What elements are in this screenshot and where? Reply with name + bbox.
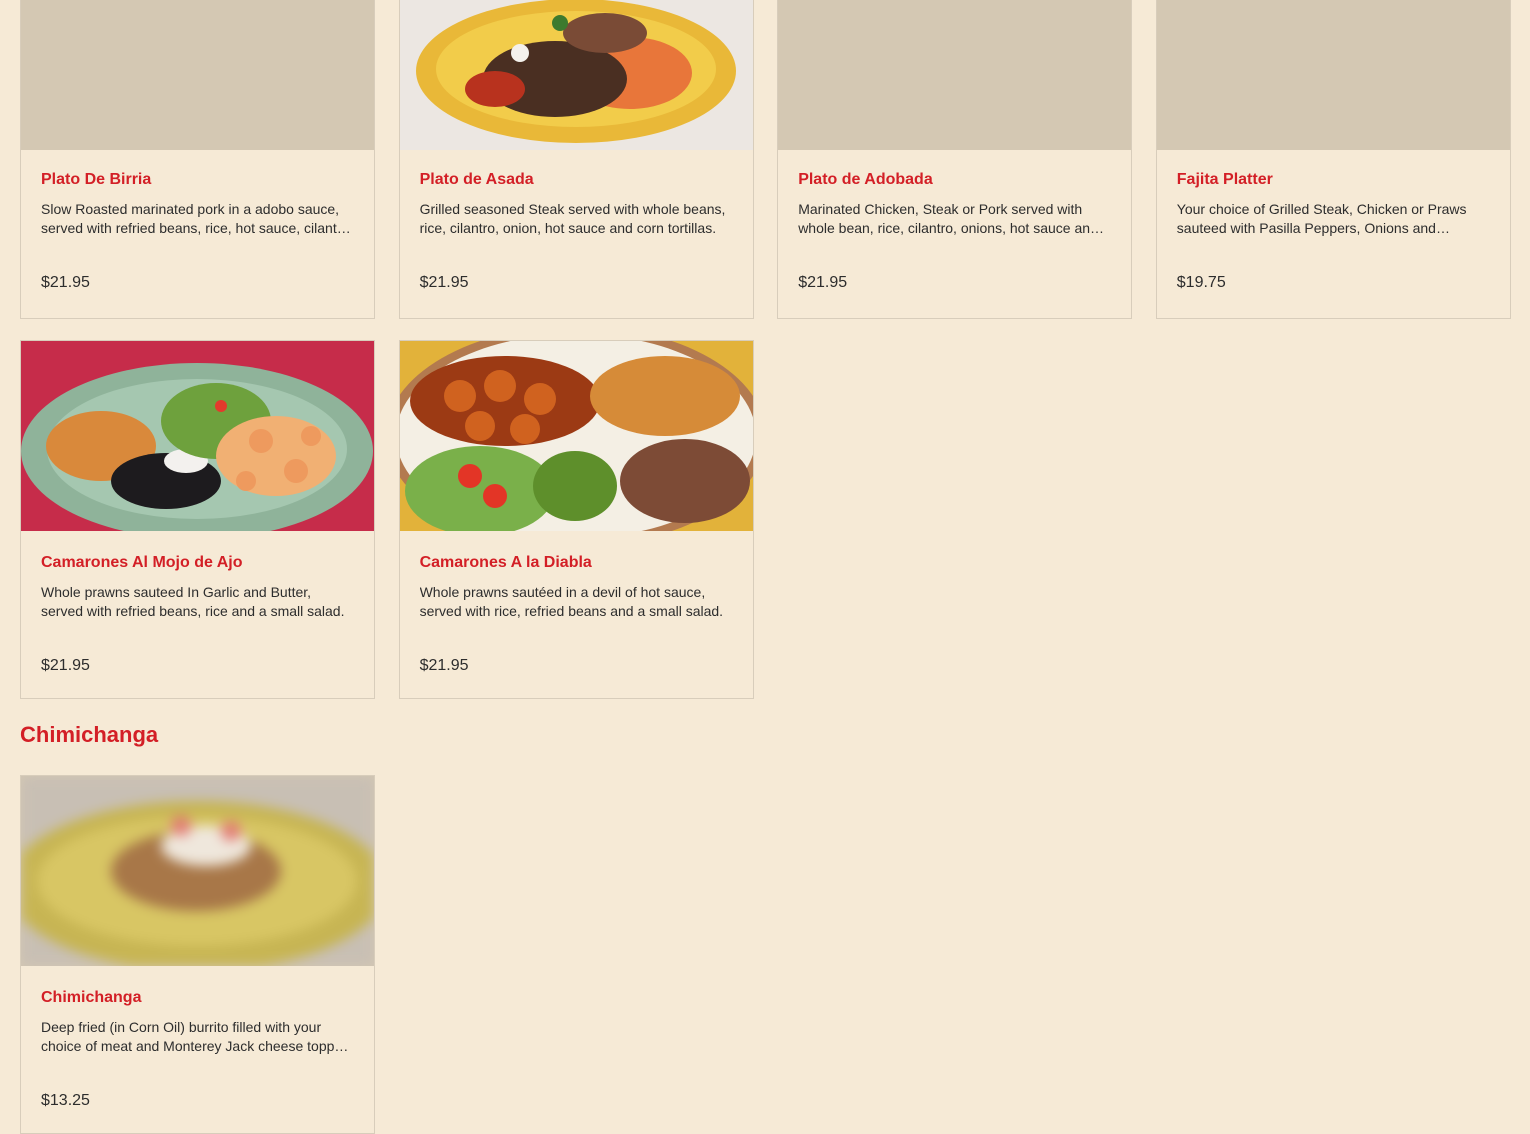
menu-item-image: [399, 341, 753, 531]
menu-grid-row-2: Camarones Al Mojo de Ajo Whole prawns sa…: [20, 340, 1511, 699]
menu-item-price: $13.25: [41, 1092, 90, 1109]
menu-item-title: Plato De Birria: [41, 171, 152, 188]
menu-item-price: $21.95: [41, 274, 90, 291]
menu-item-title: Plato de Adobada: [798, 171, 933, 188]
menu-item-card[interactable]: Plato de Adobada Marinated Chicken, Stea…: [777, 0, 1133, 319]
menu-item-description: Your choice of Grilled Steak, Chicken or…: [1176, 201, 1467, 236]
menu-item-image: [399, 0, 753, 150]
menu-item-card[interactable]: Camarones A la Diabla Whole prawns sauté…: [398, 340, 754, 699]
menu-item-card[interactable]: Plato de Asada Grilled seasoned Steak se…: [398, 0, 754, 319]
menu-item-card[interactable]: Chimichanga Deep fried (in Corn Oil) bur…: [20, 775, 375, 1134]
menu-item-description: Whole prawns sautéed in a devil of hot s…: [419, 584, 724, 619]
menu-item-description: Slow Roasted marinated pork in a adobo s…: [41, 201, 354, 236]
menu-item-price: $21.95: [419, 657, 469, 674]
menu-item-image-placeholder: [778, 0, 1132, 150]
menu-item-description: Whole prawns sauteed In Garlic and Butte…: [41, 584, 345, 619]
menu-item-description: Deep fried (in Corn Oil) burrito filled …: [41, 1019, 350, 1054]
menu-grid-row-1: Plato De Birria Slow Roasted marinated p…: [20, 0, 1511, 319]
section-title-chimichanga: Chimichanga: [20, 722, 159, 747]
menu-item-card[interactable]: Camarones Al Mojo de Ajo Whole prawns sa…: [20, 340, 375, 699]
menu-item-description: Grilled seasoned Steak served with whole…: [419, 201, 726, 236]
menu-item-title: Plato de Asada: [419, 171, 534, 188]
menu-item-title: Chimichanga: [41, 989, 142, 1006]
menu-grid-row-3: Chimichanga Deep fried (in Corn Oil) bur…: [20, 775, 1511, 1134]
menu-item-price: $21.95: [798, 274, 848, 291]
menu-item-card[interactable]: Plato De Birria Slow Roasted marinated p…: [20, 0, 375, 319]
menu-item-description: Marinated Chicken, Steak or Pork served …: [798, 201, 1098, 236]
menu-item-image: [21, 776, 374, 966]
menu-item-image-placeholder: [21, 0, 374, 150]
menu-item-title: Camarones Al Mojo de Ajo: [41, 554, 243, 571]
menu-item-price: $19.75: [1176, 274, 1226, 291]
menu-item-price: $21.95: [41, 657, 90, 674]
menu-item-image-placeholder: [1156, 0, 1510, 150]
menu-item-price: $21.95: [419, 274, 469, 291]
menu-item-card[interactable]: Fajita Platter Your choice of Grilled St…: [1155, 0, 1511, 319]
menu-item-title: Fajita Platter: [1176, 171, 1273, 188]
menu-item-title: Camarones A la Diabla: [419, 554, 592, 571]
menu-item-image: [21, 341, 374, 531]
